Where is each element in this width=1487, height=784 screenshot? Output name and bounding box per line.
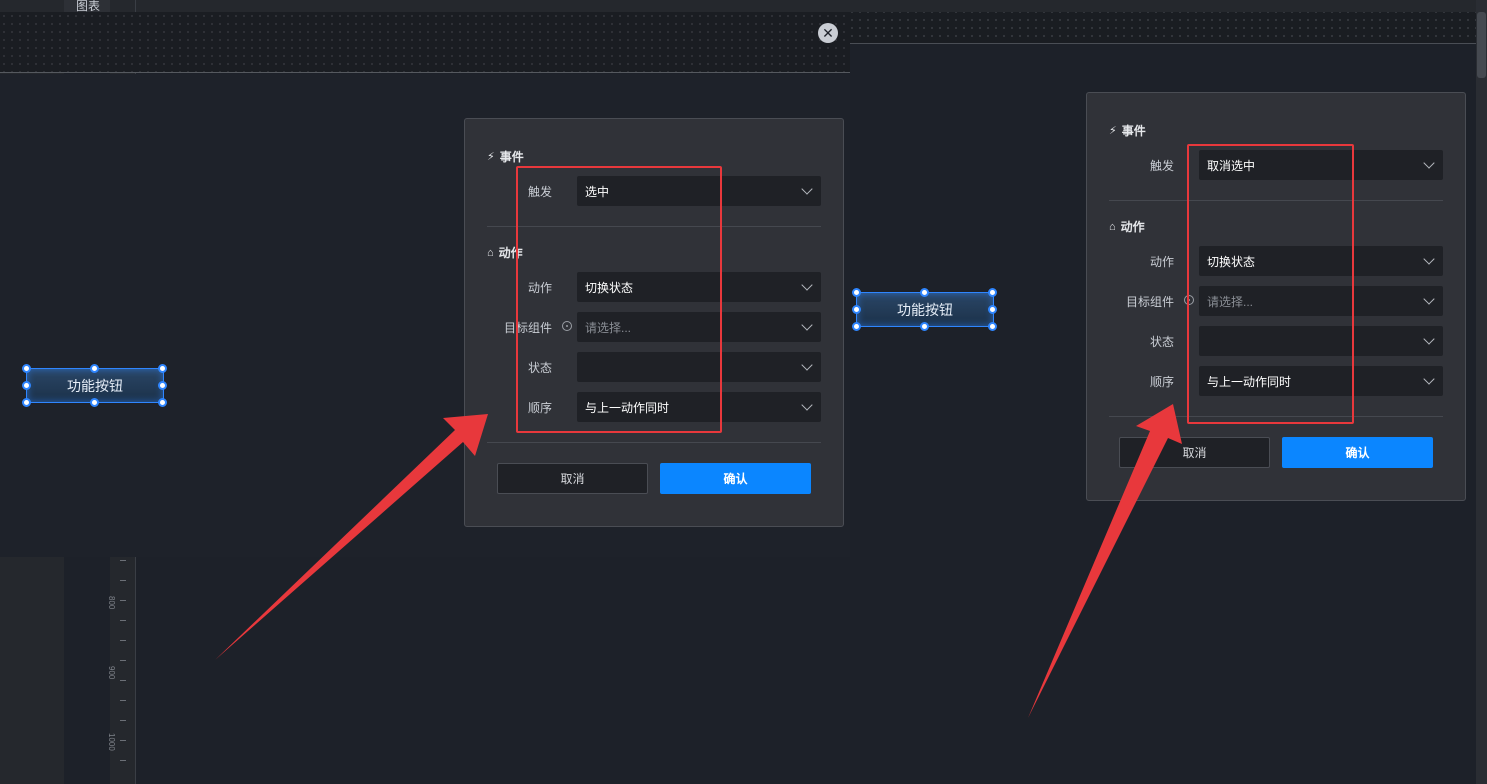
arrow-left	[215, 414, 488, 660]
annotation-arrows	[215, 404, 1182, 718]
arrow-right	[1028, 404, 1182, 718]
